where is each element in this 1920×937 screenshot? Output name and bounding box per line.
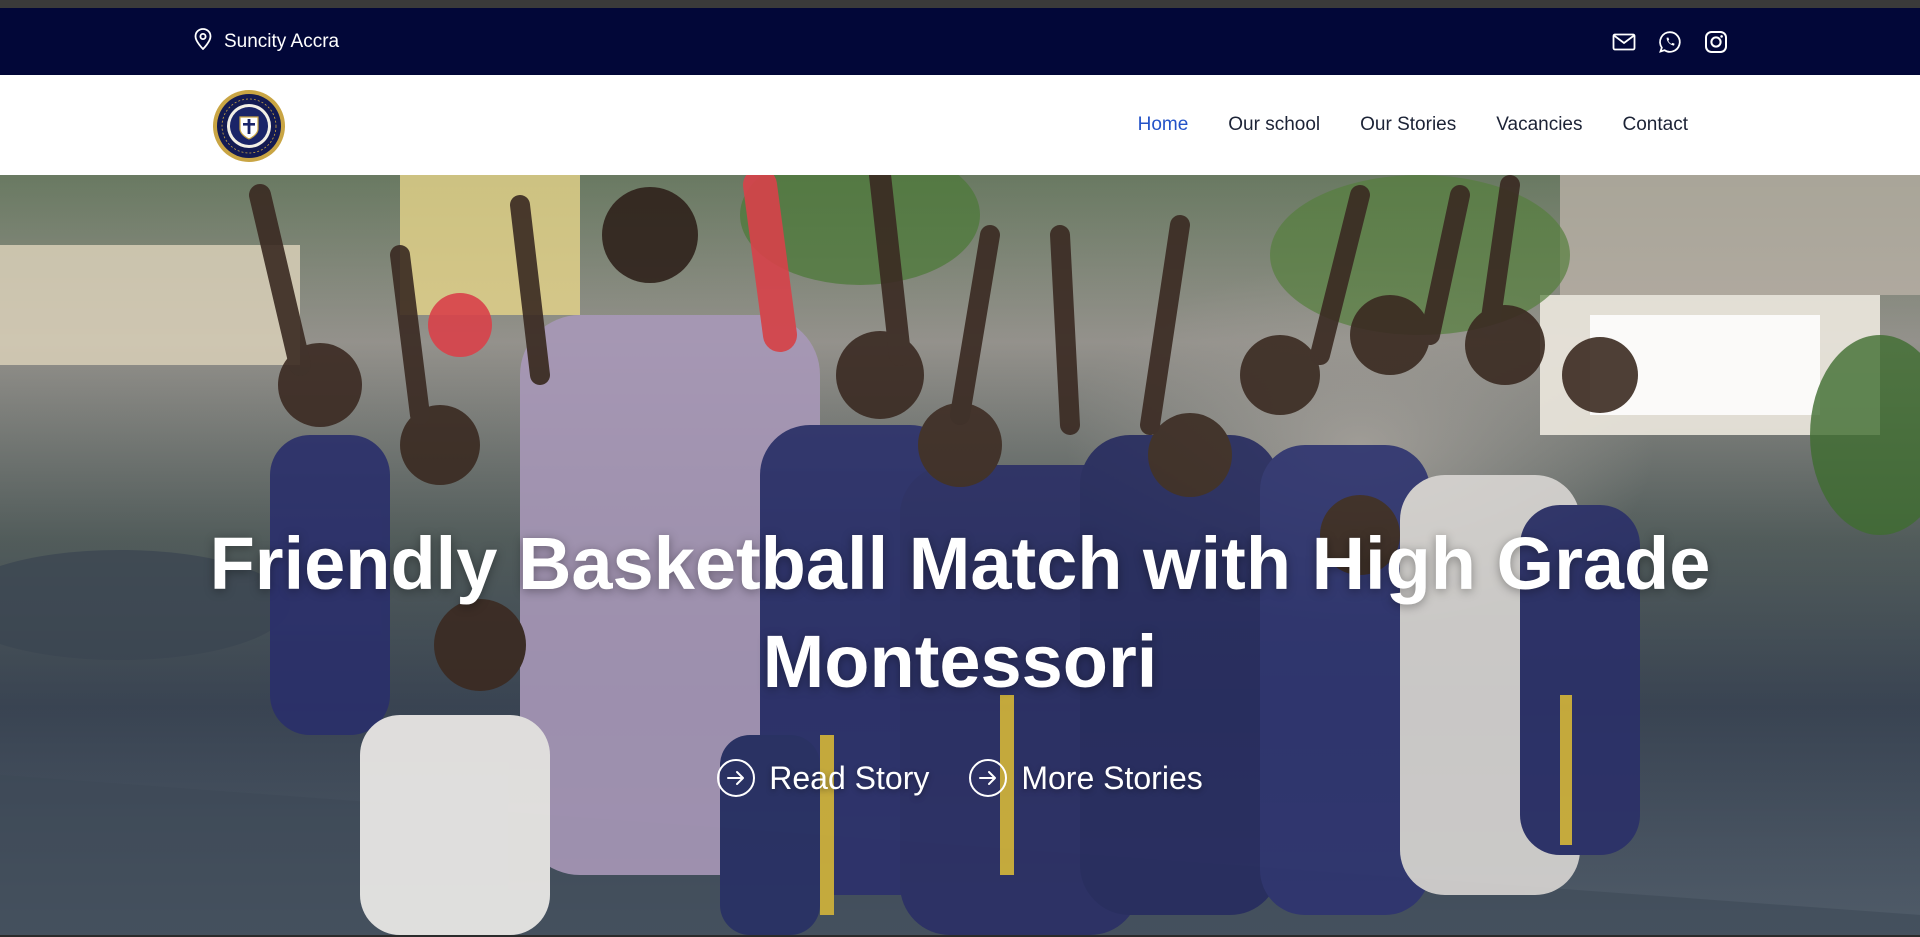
nav-vacancies[interactable]: Vacancies xyxy=(1496,114,1582,136)
site-header: Home Our school Our Stories Vacancies Co… xyxy=(0,75,1920,175)
top-info-bar: Suncity Accra xyxy=(0,8,1920,75)
map-pin-icon xyxy=(194,27,212,56)
nav-our-stories[interactable]: Our Stories xyxy=(1360,114,1456,136)
hero-banner: Friendly Basketball Match with High Grad… xyxy=(0,175,1920,935)
more-stories-button[interactable]: More Stories xyxy=(969,759,1203,797)
arrow-right-circle-icon xyxy=(969,759,1008,797)
hero-actions: Read Story More Stories xyxy=(0,759,1920,797)
main-nav: Home Our school Our Stories Vacancies Co… xyxy=(1138,75,1688,175)
read-story-button[interactable]: Read Story xyxy=(717,759,929,797)
location-text: Suncity Accra xyxy=(224,30,340,52)
nav-contact[interactable]: Contact xyxy=(1623,114,1688,136)
nav-home[interactable]: Home xyxy=(1138,114,1189,136)
read-story-label: Read Story xyxy=(769,759,930,796)
whatsapp-icon[interactable] xyxy=(1656,28,1684,56)
hero-title: Friendly Basketball Match with High Grad… xyxy=(209,522,1711,703)
mail-icon[interactable] xyxy=(1610,28,1638,56)
nav-our-school[interactable]: Our school xyxy=(1228,114,1320,136)
location: Suncity Accra xyxy=(194,8,339,75)
browser-edge xyxy=(0,0,1920,8)
arrow-right-circle-icon xyxy=(717,759,756,797)
more-stories-label: More Stories xyxy=(1021,759,1203,796)
instagram-icon[interactable] xyxy=(1702,28,1730,56)
school-crest-logo[interactable] xyxy=(212,89,286,163)
social-links xyxy=(1610,8,1730,75)
